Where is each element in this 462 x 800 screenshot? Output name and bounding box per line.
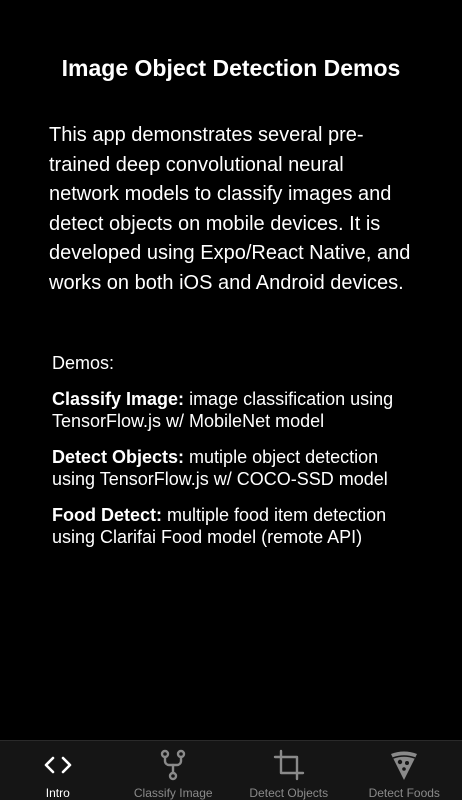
demo-item-food-detect: Food Detect: multiple food item detectio… <box>52 504 422 548</box>
demo-item-detect-objects: Detect Objects: mutiple object detection… <box>52 446 422 490</box>
crop-icon <box>271 747 307 782</box>
demo-name: Detect Objects: <box>52 447 185 467</box>
pizza-icon <box>386 747 422 782</box>
tab-intro[interactable]: Intro <box>0 741 116 800</box>
page-title: Image Object Detection Demos <box>61 55 401 81</box>
bottom-tab-bar: Intro Classify Image Detect Objects Dete… <box>0 740 462 800</box>
tab-label: Classify Image <box>133 786 213 800</box>
tab-label: Intro <box>45 786 70 800</box>
intro-screen: Image Object Detection Demos This app de… <box>0 0 462 740</box>
demo-item-classify-image: Classify Image: image classification usi… <box>52 388 422 432</box>
tab-detect-foods[interactable]: Detect Foods <box>347 741 462 800</box>
intro-paragraph: This app demonstrates several pre-traine… <box>49 124 411 294</box>
demos-section: Demos: Classify Image: image classificat… <box>52 352 422 562</box>
fork-icon <box>155 747 191 782</box>
demo-name: Food Detect: <box>52 505 162 525</box>
demos-heading: Demos: <box>52 353 115 373</box>
tab-classify-image[interactable]: Classify Image <box>116 741 232 800</box>
tab-detect-objects[interactable]: Detect Objects <box>231 741 347 800</box>
code-icon <box>40 747 76 782</box>
tab-label: Detect Objects <box>249 786 329 800</box>
tab-label: Detect Foods <box>368 786 440 800</box>
demo-name: Classify Image: <box>52 389 185 409</box>
